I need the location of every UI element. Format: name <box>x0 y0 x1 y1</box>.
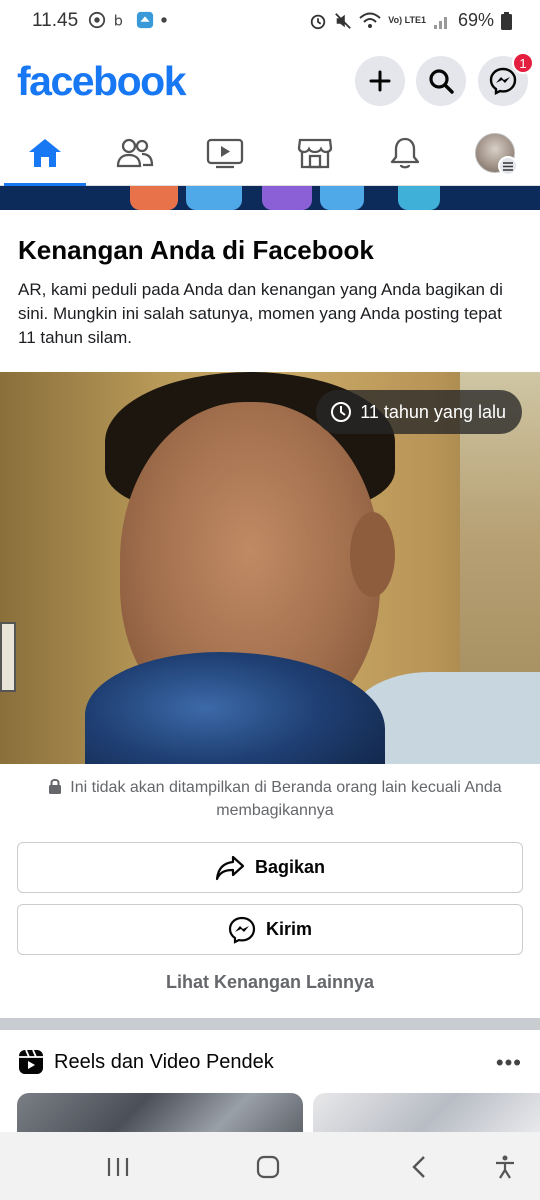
app-notification-icon: b <box>114 13 123 29</box>
profile-avatar <box>475 133 518 176</box>
time-ago-label: 11 tahun yang lalu <box>360 401 506 422</box>
system-nav-bar <box>0 1132 540 1200</box>
lock-icon <box>49 778 62 794</box>
home-icon <box>29 139 61 167</box>
reels-title: Reels dan Video Pendek <box>54 1050 274 1073</box>
clock-icon <box>331 402 352 422</box>
svg-text:b: b <box>114 13 123 29</box>
privacy-note: Ini tidak akan ditampilkan di Beranda or… <box>30 776 520 822</box>
hotspot-icon <box>88 11 106 29</box>
network-label: Vo) LTE1 <box>388 15 426 25</box>
store-icon <box>297 138 333 169</box>
memory-description: AR, kami peduli pada Anda dan kenangan y… <box>18 280 503 347</box>
back-button[interactable] <box>405 1152 435 1182</box>
send-label: Kirim <box>265 919 312 939</box>
section-divider <box>0 1018 540 1030</box>
video-icon <box>206 138 244 169</box>
plus-icon <box>369 70 391 92</box>
messenger-icon <box>228 916 256 944</box>
share-button[interactable]: Bagikan <box>17 842 523 893</box>
reels-header: Reels dan Video Pendek ••• <box>18 1046 522 1078</box>
home-circle-icon <box>256 1155 280 1179</box>
time-ago-pill: 11 tahun yang lalu <box>316 390 522 434</box>
status-time: 11.45 <box>32 10 79 31</box>
messenger-badge: 1 <box>512 52 534 74</box>
app-header: facebook 1 <box>0 42 540 122</box>
reels-more-button[interactable]: ••• <box>496 1050 522 1076</box>
wifi-icon <box>359 12 381 28</box>
messenger-icon <box>489 67 517 95</box>
status-left-icons: b <box>88 11 168 29</box>
bell-icon <box>390 137 420 169</box>
back-icon <box>412 1156 425 1178</box>
app-icon <box>136 11 154 29</box>
accessibility-button[interactable] <box>490 1152 520 1182</box>
signal-icon <box>433 16 447 29</box>
menu-icon <box>498 156 518 176</box>
mute-icon <box>335 12 352 29</box>
tab-menu[interactable] <box>450 122 540 184</box>
memory-banner-illustration <box>0 186 540 210</box>
tab-notifications[interactable] <box>360 122 450 184</box>
facebook-logo[interactable]: facebook <box>17 58 187 105</box>
friends-icon <box>116 138 154 168</box>
memory-title: Kenangan Anda di Facebook <box>18 235 374 265</box>
battery-percent: 69% <box>457 10 494 30</box>
memory-photo[interactable]: 11 tahun yang lalu <box>0 372 540 764</box>
search-button[interactable] <box>416 56 466 106</box>
tab-marketplace[interactable] <box>270 122 360 184</box>
privacy-text: Ini tidak akan ditampilkan di Beranda or… <box>70 779 502 819</box>
tab-bar <box>0 122 540 186</box>
recent-apps-button[interactable] <box>103 1152 133 1182</box>
create-button[interactable] <box>355 56 405 106</box>
messenger-button[interactable]: 1 <box>478 52 534 106</box>
more-notifications-icon <box>161 17 167 23</box>
search-icon <box>429 69 454 94</box>
share-icon <box>215 855 245 880</box>
tab-watch[interactable] <box>180 122 270 184</box>
recent-apps-icon <box>107 1158 129 1176</box>
share-label: Bagikan <box>254 857 326 877</box>
status-right-icons: Vo) LTE1 69% <box>309 10 512 31</box>
wall-frame <box>0 622 16 692</box>
status-bar: 11.45 b Vo) LTE1 69% <box>0 0 540 42</box>
see-more-memories-link[interactable]: Lihat Kenangan Lainnya <box>0 972 540 993</box>
home-button[interactable] <box>253 1152 283 1182</box>
send-button[interactable]: Kirim <box>17 904 523 955</box>
alarm-icon <box>311 14 326 29</box>
accessibility-icon <box>496 1155 514 1179</box>
tab-home[interactable] <box>0 122 90 186</box>
tab-friends[interactable] <box>90 122 180 184</box>
battery-icon <box>501 11 512 30</box>
reels-icon <box>19 1049 43 1074</box>
